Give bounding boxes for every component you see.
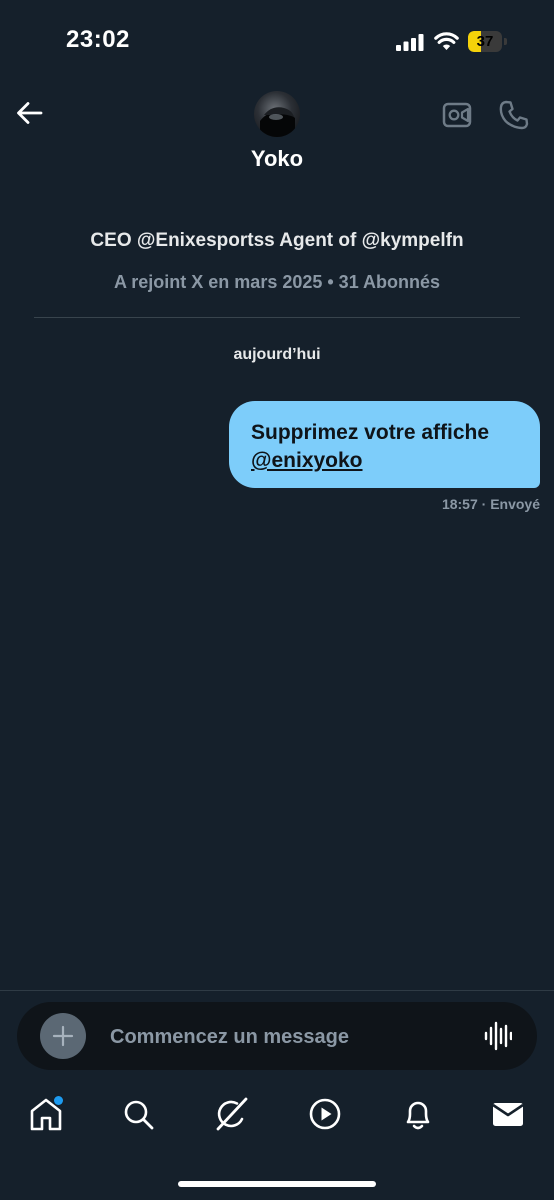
tab-grok[interactable] [213,1096,249,1132]
contact-name[interactable]: Yoko [0,146,554,172]
message-input[interactable] [110,1023,450,1051]
composer-divider [0,990,554,991]
tab-notifications[interactable] [400,1096,436,1132]
video-call-button[interactable] [442,100,474,130]
plus-icon [52,1025,74,1047]
message-status: · Envoyé [481,496,540,512]
message-mention-link[interactable]: @enixyoko [251,447,520,475]
battery-percentage: 37 [476,33,494,50]
notification-dot [54,1096,63,1105]
avatar-image [260,107,295,137]
wifi-icon [434,32,459,50]
home-indicator[interactable] [178,1181,376,1187]
status-time: 23:02 [66,26,130,53]
cellular-signal-icon [396,34,424,51]
back-button[interactable] [14,98,44,128]
voice-message-button[interactable] [484,1021,512,1051]
message-text: Supprimez votre affiche [251,421,490,444]
profile-divider [34,317,520,318]
date-separator: aujourd’hui [233,346,321,363]
battery-indicator: 37 [468,31,508,52]
message-meta: 18:57 · Envoyé [442,496,540,512]
profile-bio: CEO @Enixesportss Agent of @kympelfn [90,230,464,251]
tab-messages[interactable] [490,1096,526,1132]
message-bubble[interactable]: Supprimez votre affiche @enixyoko [229,401,540,488]
add-media-button[interactable] [40,1013,86,1059]
tab-videos[interactable] [307,1096,343,1132]
message-time: 18:57 [441,496,478,512]
tab-search[interactable] [120,1096,156,1132]
avatar[interactable] [254,91,300,137]
profile-meta: A rejoint X en mars 2025 • 31 Abonnés [113,272,441,292]
phone-call-button[interactable] [498,99,530,131]
